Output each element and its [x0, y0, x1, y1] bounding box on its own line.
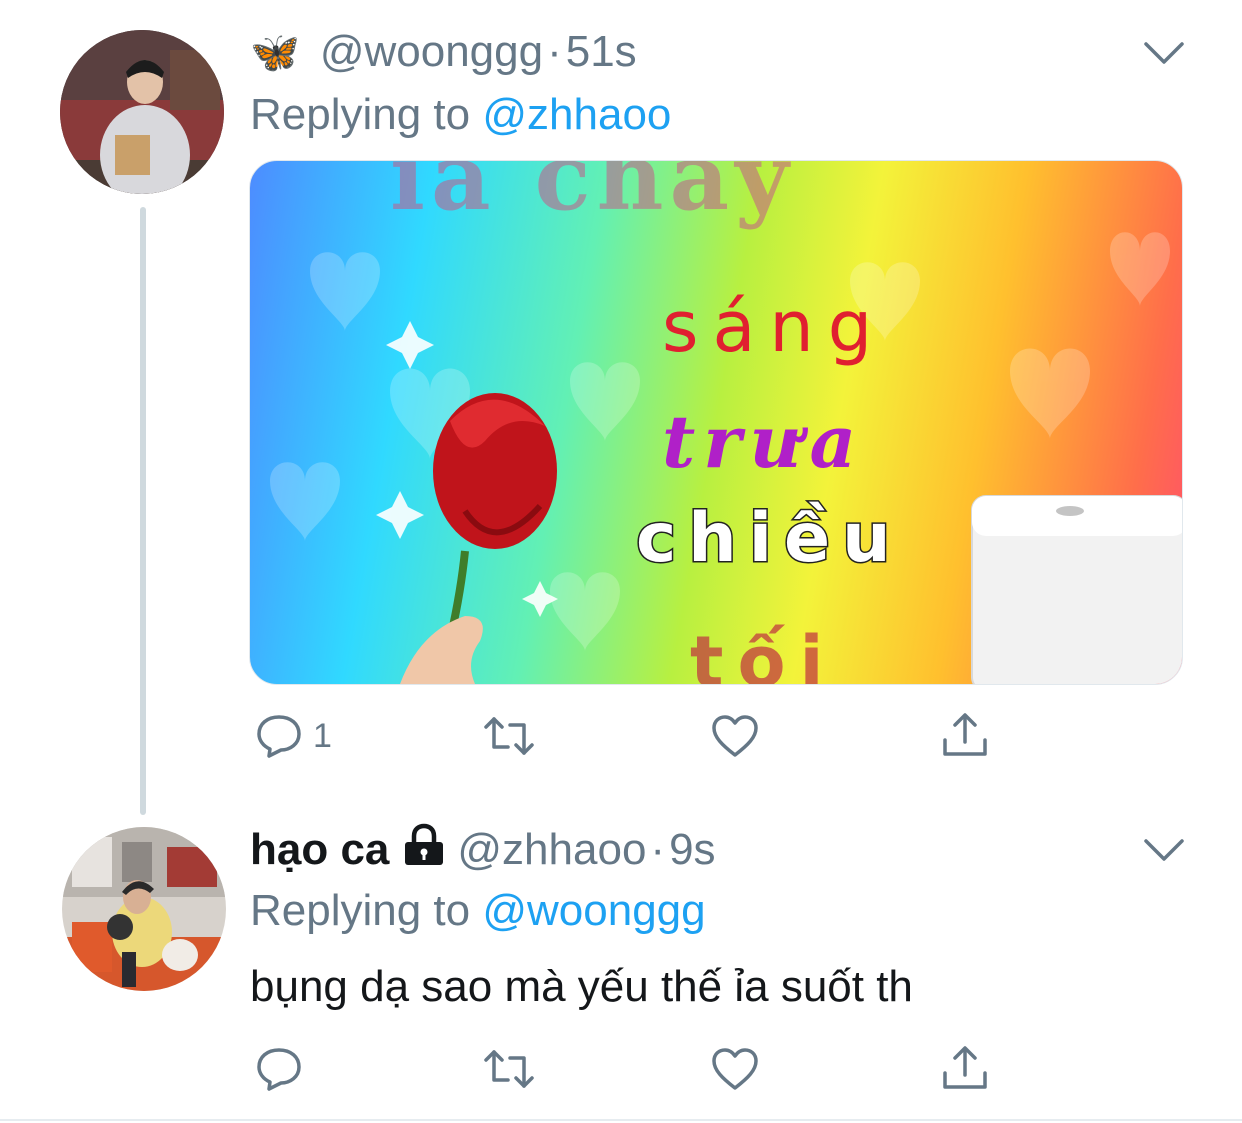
- timestamp[interactable]: 51s: [566, 27, 637, 77]
- tweet-text: bụng dạ sao mà yếu thế ỉa suốt th: [250, 962, 913, 1011]
- retweet-action[interactable]: [482, 1046, 536, 1092]
- replying-to: Replying to @zhhaoo: [250, 90, 671, 140]
- user-handle[interactable]: @zhhaoo: [457, 825, 646, 875]
- tweet-media-image[interactable]: ỉa chảy sáng trưa chiều tối: [249, 160, 1183, 685]
- bottom-divider: [0, 1119, 1242, 1121]
- retweet-icon: [484, 717, 534, 755]
- separator-dot: ·: [650, 825, 666, 874]
- display-name[interactable]: hạo ca: [250, 825, 389, 875]
- avatar[interactable]: [62, 827, 226, 991]
- avatar[interactable]: [60, 30, 224, 194]
- chevron-down-icon[interactable]: [1142, 835, 1186, 865]
- share-icon: [943, 713, 987, 756]
- image-text-trua: trưa: [662, 399, 865, 484]
- chevron-down-icon[interactable]: [1142, 38, 1186, 68]
- image-text-toi: tối: [690, 621, 838, 685]
- like-action[interactable]: [710, 1046, 760, 1092]
- image-text-sang: sáng: [662, 286, 887, 368]
- separator-dot: ·: [547, 27, 562, 76]
- tweet-2[interactable]: hạo ca @zhhaoo · 9s Replying to @woonggg…: [0, 800, 1242, 1123]
- tweet-1[interactable]: 🦋 @woonggg · 51s Replying to @zhhaoo ỉa …: [0, 0, 1242, 800]
- like-action[interactable]: [710, 713, 760, 759]
- reply-count: 1: [313, 716, 332, 755]
- reply-icon: [257, 715, 301, 758]
- timestamp[interactable]: 9s: [669, 825, 715, 875]
- replying-to-label: Replying to: [250, 90, 483, 139]
- tweet-header: 🦋 @woonggg · 51s: [250, 22, 637, 82]
- reply-action[interactable]: [255, 1046, 303, 1092]
- user-handle[interactable]: @woonggg: [320, 27, 543, 77]
- share-icon: [943, 1046, 987, 1089]
- mention-link[interactable]: @woonggg: [482, 886, 705, 935]
- retweet-action[interactable]: [482, 713, 536, 759]
- butterfly-emoji: 🦋: [250, 30, 300, 75]
- reply-icon: [257, 1048, 301, 1091]
- retweet-icon: [484, 1050, 534, 1088]
- image-text-chieu: chiều: [635, 498, 903, 580]
- reply-action[interactable]: 1: [255, 713, 332, 759]
- replying-to-label: Replying to: [250, 886, 483, 935]
- heart-icon: [712, 1048, 758, 1090]
- replying-to: Replying to @woonggg: [250, 886, 706, 936]
- tweet-header: hạo ca @zhhaoo · 9s: [250, 820, 716, 880]
- mention-link[interactable]: @zhhaoo: [482, 90, 671, 139]
- heart-icon: [712, 715, 758, 757]
- image-text-top: ỉa chảy: [390, 160, 795, 231]
- lock-icon: [403, 823, 445, 878]
- share-action[interactable]: [940, 710, 990, 760]
- share-action[interactable]: [940, 1043, 990, 1093]
